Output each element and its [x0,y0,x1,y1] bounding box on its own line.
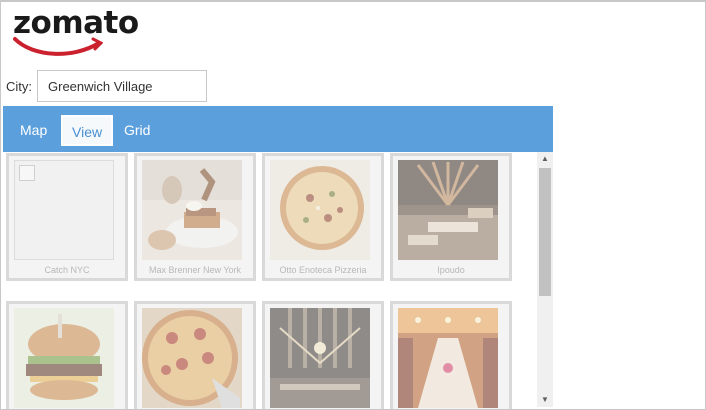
burger-photo [14,308,114,408]
restaurant-name: Otto Enoteca Pizzeria [279,265,367,275]
tab-grid[interactable]: Grid [124,106,150,152]
tab-view[interactable]: View [59,114,115,147]
restaurant-card[interactable] [6,301,128,409]
restaurant-card[interactable]: Max Brenner New York [134,153,256,281]
scroll-thumb[interactable] [539,168,551,296]
venue-lights-photo [270,308,370,408]
restaurant-name: Max Brenner New York [148,265,242,275]
banquet-hall-photo [398,308,498,408]
restaurant-card[interactable] [390,301,512,409]
pepperoni-pizza-photo [142,308,242,408]
restaurant-card[interactable] [134,301,256,409]
restaurant-name: Catch NYC [44,265,90,275]
photo-placeholder [14,160,114,260]
city-label: City: [6,79,32,94]
restaurant-card[interactable]: Otto Enoteca Pizzeria [262,153,384,281]
restaurant-name: Ipoudo [437,265,465,275]
tab-map[interactable]: Map [20,106,47,152]
city-input[interactable] [37,70,207,102]
grid-scrollbar[interactable]: ▲ ▼ [537,152,553,407]
scroll-down-arrow-icon[interactable]: ▼ [537,393,553,407]
logo-swoosh-icon [13,37,103,56]
restaurant-grid: Catch NYC Max Brenner New York Otto Enot… [3,152,553,409]
pizza-photo [270,160,370,260]
restaurant-interior-photo [398,160,498,260]
zomato-logo[interactable]: zomato [13,5,143,56]
restaurant-card[interactable]: Catch NYC [6,153,128,281]
waffle-dessert-photo [142,160,242,260]
restaurant-card[interactable] [262,301,384,409]
restaurant-card[interactable]: Ipoudo [390,153,512,281]
scroll-up-arrow-icon[interactable]: ▲ [537,152,553,166]
view-tabbar: Map View Grid [3,106,553,152]
image-placeholder-icon [19,165,35,181]
